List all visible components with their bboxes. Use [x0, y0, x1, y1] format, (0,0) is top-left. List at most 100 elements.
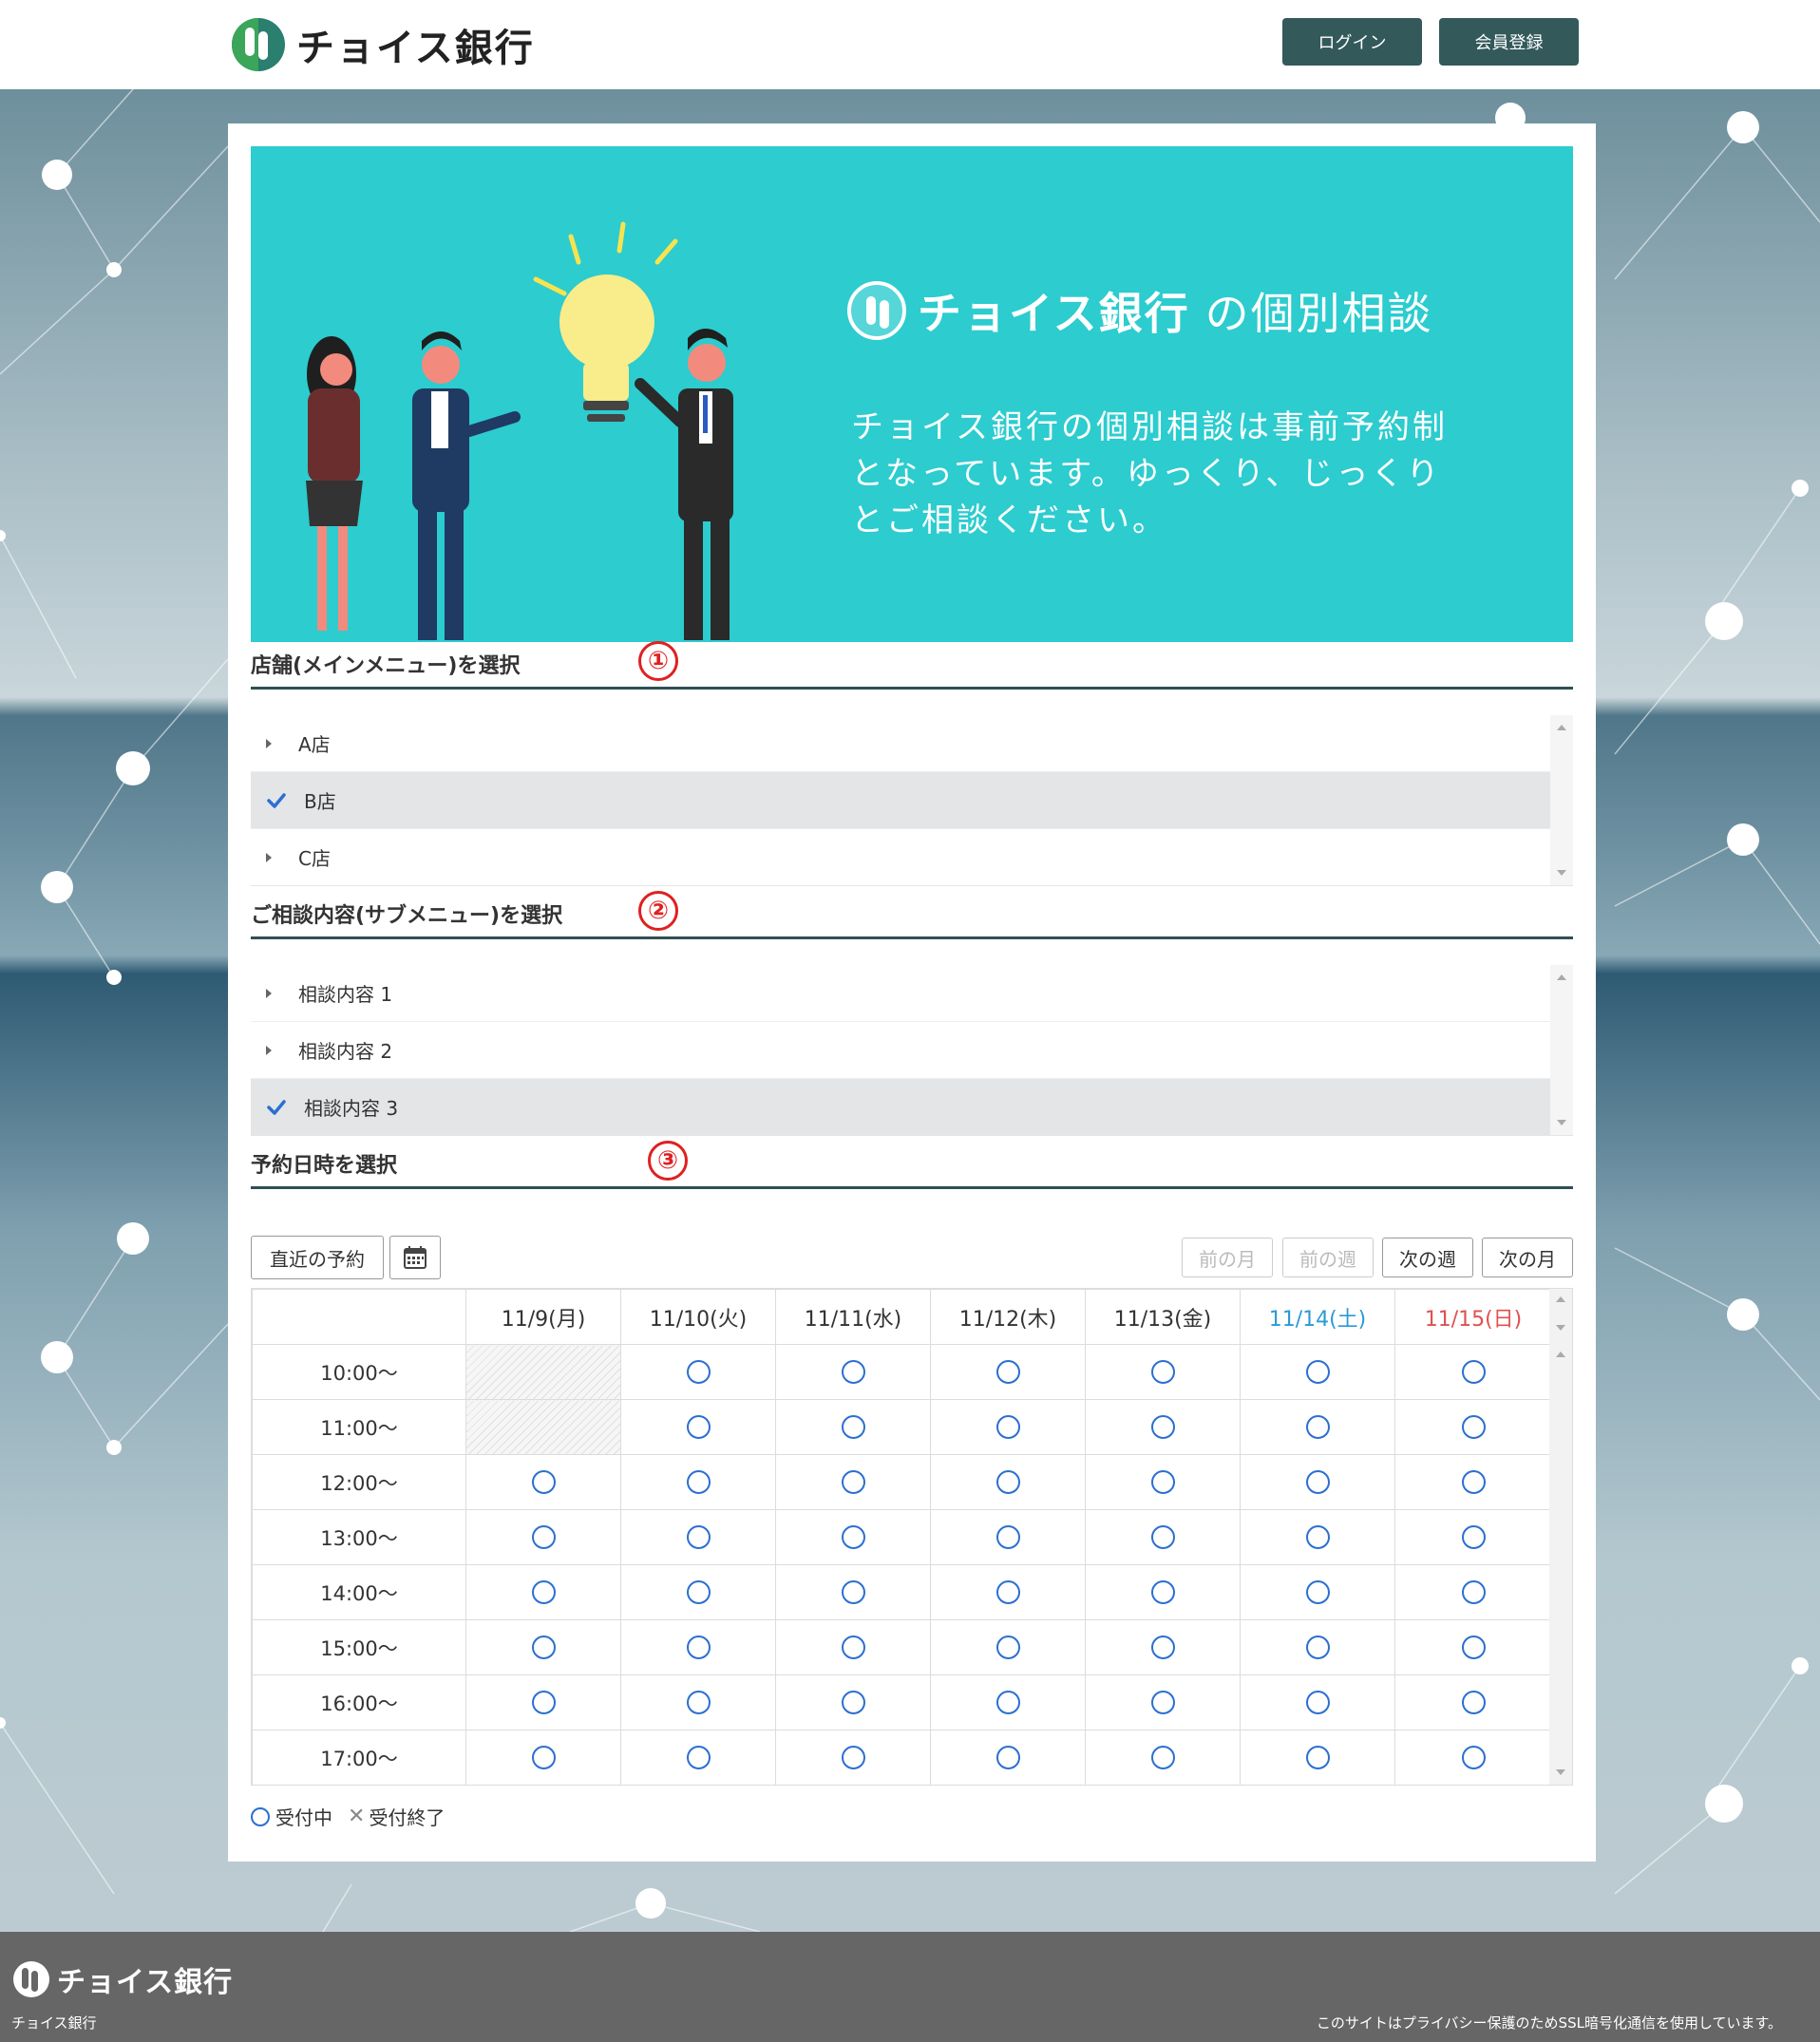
slot-open[interactable]: [1085, 1454, 1241, 1510]
slot-open[interactable]: [1085, 1674, 1241, 1730]
scrollbar-track[interactable]: [1549, 1289, 1572, 1785]
slot-open[interactable]: [930, 1674, 1086, 1730]
brand-name: チョイス銀行: [296, 27, 535, 70]
slot-open[interactable]: [1394, 1454, 1552, 1510]
slot-open[interactable]: [930, 1344, 1086, 1400]
slot-open[interactable]: [620, 1344, 776, 1400]
register-button[interactable]: 会員登録: [1439, 18, 1579, 66]
slot-open[interactable]: [1085, 1564, 1241, 1620]
prev-week-button[interactable]: 前の週: [1282, 1238, 1374, 1277]
slot-open[interactable]: [620, 1564, 776, 1620]
next-month-button[interactable]: 次の月: [1482, 1238, 1573, 1277]
open-circle-icon: [686, 1635, 711, 1660]
list-item[interactable]: A店: [251, 715, 1573, 772]
store-section-header: 店舗(メインメニュー)を選択 ①: [251, 641, 1573, 690]
list-item[interactable]: 相談内容 1: [251, 965, 1573, 1022]
footer-ssl-note: このサイトはプライバシー保護のためSSL暗号化通信を使用しています。: [1316, 2014, 1782, 2032]
slot-open[interactable]: [1394, 1730, 1552, 1786]
schedule-scrollbar[interactable]: [1549, 1289, 1572, 1785]
slot-open[interactable]: [775, 1454, 931, 1510]
slot-open[interactable]: [465, 1564, 621, 1620]
slot-open[interactable]: [1240, 1619, 1395, 1675]
slot-open[interactable]: [930, 1564, 1086, 1620]
slot-open[interactable]: [620, 1509, 776, 1565]
footer-brand[interactable]: チョイス銀行: [13, 1958, 233, 2000]
slot-open[interactable]: [930, 1619, 1086, 1675]
slot-open[interactable]: [465, 1509, 621, 1565]
slot-open[interactable]: [620, 1674, 776, 1730]
slot-open[interactable]: [1085, 1619, 1241, 1675]
slot-open[interactable]: [1240, 1399, 1395, 1455]
slot-open[interactable]: [775, 1399, 931, 1455]
slot-open[interactable]: [1240, 1730, 1395, 1786]
scroll-down-icon[interactable]: [1557, 1120, 1566, 1125]
store-section-title: 店舗(メインメニュー)を選択: [251, 654, 521, 678]
scroll-down-icon[interactable]: [1556, 1769, 1565, 1775]
slot-open[interactable]: [1394, 1674, 1552, 1730]
scroll-up-icon[interactable]: [1556, 1296, 1565, 1302]
scroll-down-icon[interactable]: [1557, 870, 1566, 876]
next-week-button[interactable]: 次の週: [1382, 1238, 1473, 1277]
prev-month-button[interactable]: 前の月: [1182, 1238, 1273, 1277]
slot-open[interactable]: [620, 1730, 776, 1786]
slot-open[interactable]: [775, 1674, 931, 1730]
slot-open[interactable]: [620, 1399, 776, 1455]
consultation-section-title: ご相談内容(サブメニュー)を選択: [251, 904, 563, 928]
slot-open[interactable]: [930, 1730, 1086, 1786]
scroll-up-icon[interactable]: [1557, 974, 1566, 980]
slot-open[interactable]: [1085, 1399, 1241, 1455]
slot-open[interactable]: [1240, 1564, 1395, 1620]
slot-open[interactable]: [930, 1509, 1086, 1565]
list-item[interactable]: C店: [251, 829, 1573, 885]
open-circle-icon: [995, 1470, 1020, 1495]
caret-right-icon: [266, 1045, 272, 1055]
recent-booking-button[interactable]: 直近の予約: [251, 1236, 384, 1279]
scroll-up-icon[interactable]: [1557, 725, 1566, 730]
slot-open[interactable]: [775, 1730, 931, 1786]
slot-open[interactable]: [1085, 1509, 1241, 1565]
slot-open[interactable]: [1085, 1344, 1241, 1400]
slot-open[interactable]: [620, 1454, 776, 1510]
login-button[interactable]: ログイン: [1282, 18, 1422, 66]
slot-open[interactable]: [775, 1509, 931, 1565]
schedule-table: 11/9(月) 11/10(火) 11/11(水) 11/12(木) 11/13…: [251, 1288, 1573, 1786]
slot-open[interactable]: [775, 1619, 931, 1675]
store-listbox[interactable]: A店 B店 C店: [251, 715, 1573, 886]
calendar-button[interactable]: [389, 1236, 441, 1279]
slot-open[interactable]: [1394, 1509, 1552, 1565]
time-label: 10:00〜: [252, 1344, 466, 1400]
list-item[interactable]: 相談内容 3: [251, 1079, 1573, 1135]
slot-open[interactable]: [775, 1344, 931, 1400]
slot-open[interactable]: [1240, 1509, 1395, 1565]
listbox-scrollbar[interactable]: [1550, 715, 1573, 885]
slot-open[interactable]: [465, 1674, 621, 1730]
slot-open[interactable]: [930, 1399, 1086, 1455]
listbox-scrollbar[interactable]: [1550, 965, 1573, 1135]
consultation-listbox[interactable]: 相談内容 1 相談内容 2 相談内容 3: [251, 965, 1573, 1136]
scroll-down-icon[interactable]: [1556, 1325, 1565, 1331]
slot-open[interactable]: [465, 1730, 621, 1786]
open-circle-icon: [1305, 1691, 1330, 1715]
open-circle-icon: [1150, 1635, 1175, 1660]
slot-open[interactable]: [620, 1619, 776, 1675]
list-item[interactable]: B店: [251, 772, 1573, 829]
slot-open[interactable]: [930, 1454, 1086, 1510]
open-circle-icon: [1150, 1470, 1175, 1495]
slot-open[interactable]: [1240, 1454, 1395, 1510]
slot-open[interactable]: [1085, 1730, 1241, 1786]
slot-open[interactable]: [1394, 1344, 1552, 1400]
slot-open[interactable]: [1394, 1564, 1552, 1620]
slot-open[interactable]: [1240, 1674, 1395, 1730]
slot-open[interactable]: [1394, 1619, 1552, 1675]
open-circle-icon: [531, 1580, 556, 1605]
list-item[interactable]: 相談内容 2: [251, 1022, 1573, 1079]
slot-open[interactable]: [1394, 1399, 1552, 1455]
slot-open[interactable]: [465, 1454, 621, 1510]
caret-right-icon: [266, 988, 272, 998]
scroll-up-icon[interactable]: [1556, 1352, 1565, 1357]
slot-open[interactable]: [1240, 1344, 1395, 1400]
brand-logo[interactable]: チョイス銀行: [232, 17, 535, 72]
caret-right-icon: [266, 852, 272, 862]
slot-open[interactable]: [775, 1564, 931, 1620]
slot-open[interactable]: [465, 1619, 621, 1675]
